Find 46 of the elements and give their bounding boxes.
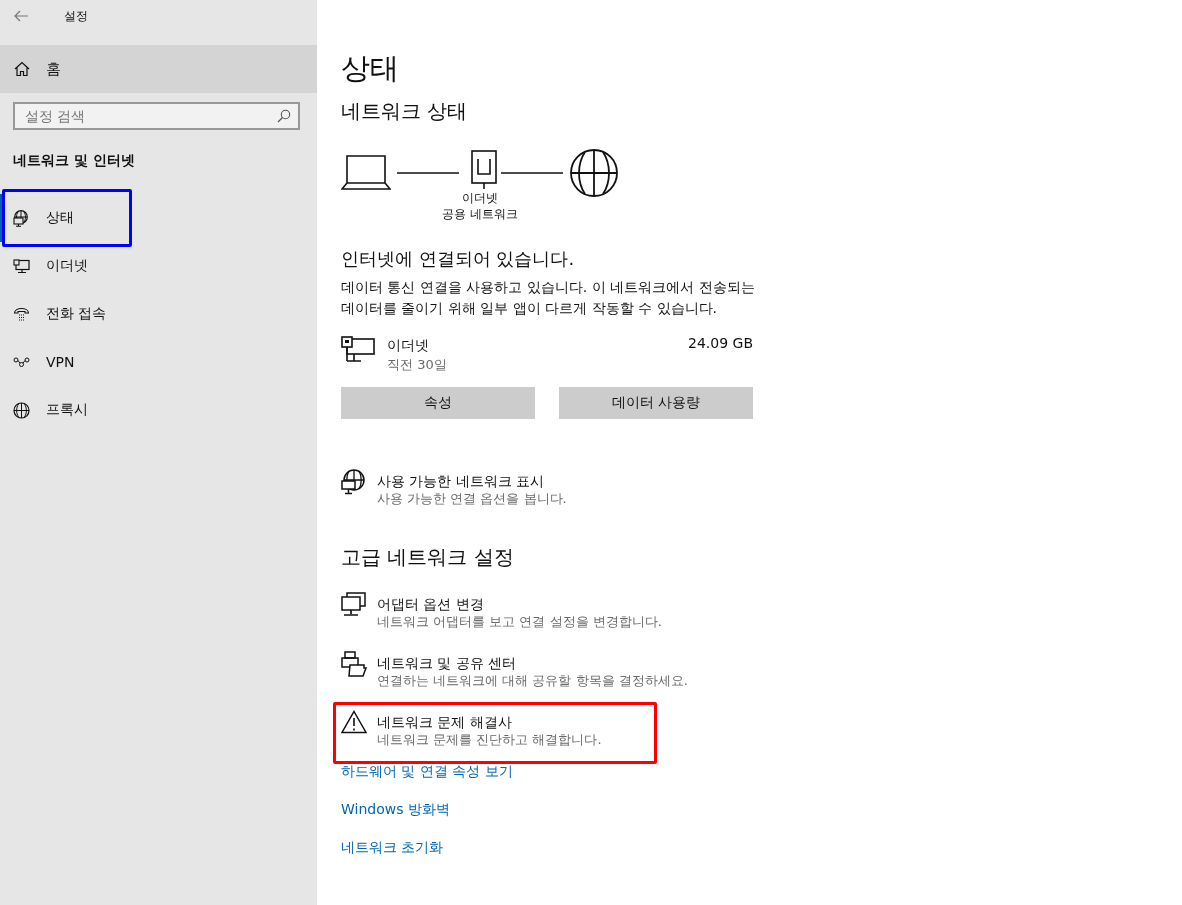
section-heading: 네트워크 상태 (341, 98, 469, 125)
adapter-label: 이더넷 (462, 190, 498, 206)
metered-connection-text: 데이터 통신 연결을 사용하고 있습니다. 이 네트워크에서 전송되는 데이터를 줄이기 위해 일부 앱이 다르게 작동할 수 있습니다. (341, 278, 756, 318)
warning-icon (341, 710, 367, 734)
usage-period: 직전 30일 (387, 356, 448, 374)
section-heading: 고급 네트워크 설정 (341, 544, 515, 571)
page-title: 상태 (341, 50, 400, 87)
data-usage-amount: 24.09 GB (688, 335, 753, 351)
settings-link-item[interactable]: 사용 가능한 네트워크 표시 사용 가능한 연결 옵션을 봅니다. (341, 469, 567, 508)
settings-link[interactable]: 네트워크 초기화 (341, 839, 444, 857)
settings-link-item[interactable]: 네트워크 및 공유 센터 연결하는 네트워크에 대해 공유할 항목을 결정하세요. (341, 651, 688, 690)
connector-line (397, 172, 459, 174)
section-title: 네트워크 및 인터넷 (12, 151, 136, 170)
adapter-name: 이더넷 (387, 336, 430, 355)
home-icon (14, 61, 30, 77)
monitors-icon (341, 592, 367, 618)
laptop-icon (341, 154, 391, 190)
monitor-icon (341, 335, 375, 363)
sidebar-nav-item[interactable]: 이더넷 (0, 242, 317, 290)
monitor-icon (13, 258, 30, 274)
settings-link-item[interactable]: 어댑터 옵션 변경 네트워크 어댑터를 보고 연결 설정을 변경합니다. (341, 592, 662, 631)
sidebar-nav-item[interactable]: 프록시 (0, 386, 317, 434)
sidebar-nav-item[interactable]: 전화 접속 (0, 290, 317, 338)
connector-line (501, 172, 563, 174)
sidebar-nav-item[interactable]: 상태 (0, 194, 317, 242)
action-button[interactable]: 속성 (341, 387, 535, 419)
printer-folder-icon (341, 651, 367, 677)
network-type-label: 공용 네트워크 (442, 206, 518, 222)
home-nav-item[interactable]: 홈 (0, 45, 317, 93)
globe-icon (13, 401, 30, 419)
connection-status-text: 인터넷에 연결되어 있습니다. (341, 247, 576, 271)
search-field[interactable]: 설정 검색 (13, 102, 300, 130)
vpn-icon (13, 356, 30, 368)
search-icon (277, 109, 291, 123)
phone-icon (13, 306, 30, 322)
back-arrow-icon[interactable] (14, 10, 28, 22)
globe-icon (569, 148, 619, 198)
ethernet-port-icon (468, 150, 498, 190)
settings-link-item[interactable]: 네트워크 문제 해결사 네트워크 문제를 진단하고 해결합니다. (341, 710, 602, 749)
globe-monitor-icon (341, 469, 367, 495)
window-title: 설정 (64, 7, 88, 25)
settings-link[interactable]: Windows 방화벽 (341, 801, 450, 819)
settings-link[interactable]: 하드웨어 및 연결 속성 보기 (341, 763, 513, 781)
action-button[interactable]: 데이터 사용량 (559, 387, 753, 419)
sidebar-nav-item[interactable]: VPN (0, 338, 317, 386)
globe-monitor-icon (13, 209, 30, 227)
